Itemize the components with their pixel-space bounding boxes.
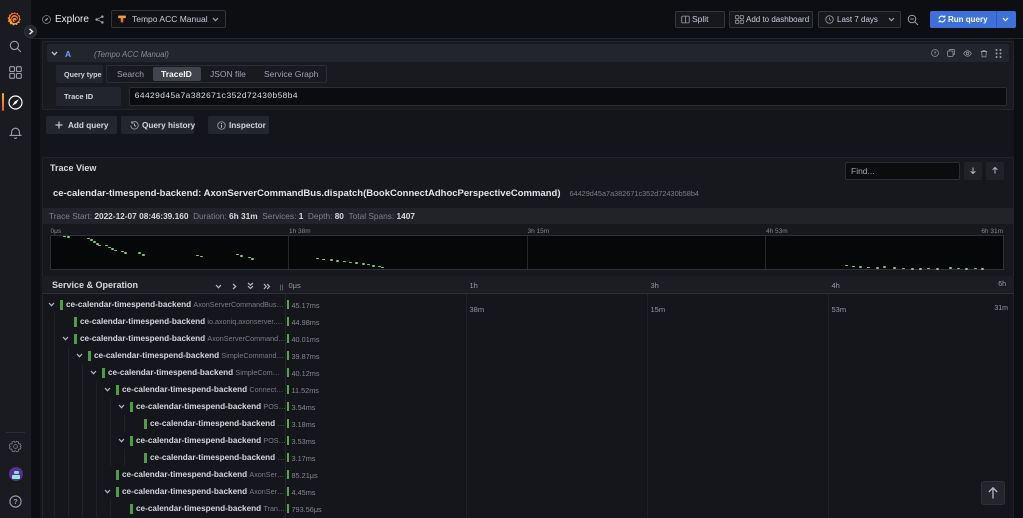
svg-text:?: ?	[934, 51, 937, 56]
svg-text:?: ?	[13, 497, 18, 506]
